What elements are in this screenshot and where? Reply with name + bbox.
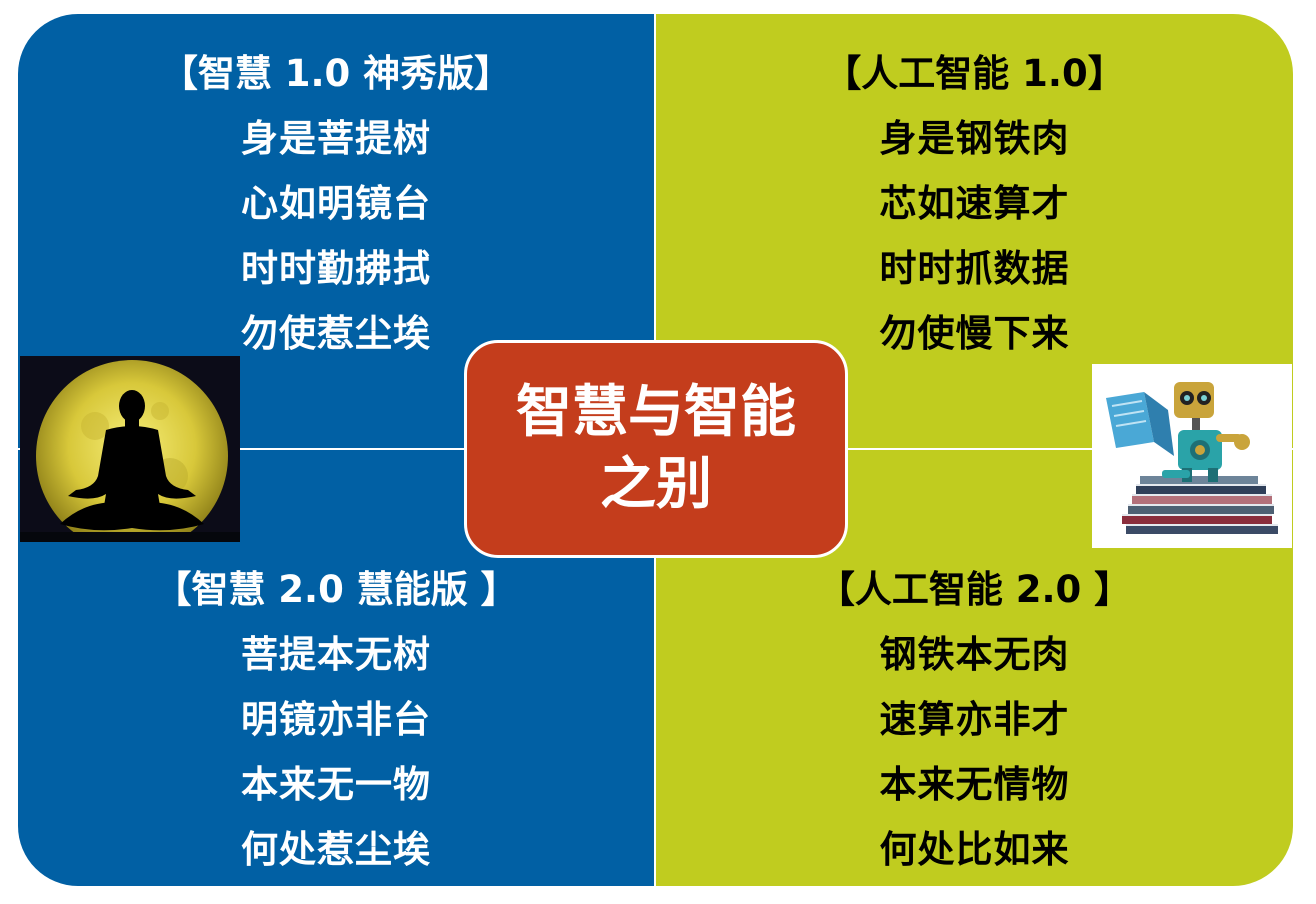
poem-line: 时时勤拂拭 — [241, 247, 431, 290]
poem-title: 【人工智能 2.0 】 — [817, 568, 1132, 611]
poem-title: 【智慧 2.0 慧能版 】 — [154, 568, 518, 611]
poem-wisdom-1: 【智慧 1.0 神秀版】 身是菩提树 心如明镜台 时时勤拂拭 勿使惹尘埃 — [18, 42, 654, 366]
meditation-silhouette-image — [20, 356, 240, 542]
poem-line: 速算亦非才 — [879, 698, 1070, 741]
poem-line: 本来无一物 — [241, 763, 431, 806]
robot-icon — [1092, 364, 1292, 548]
center-title-box: 智慧与智能 之别 — [464, 340, 848, 558]
poem-line: 身是钢铁肉 — [879, 117, 1070, 160]
poem-line: 心如明镜台 — [241, 182, 431, 225]
poem-line: 菩提本无树 — [241, 633, 431, 676]
poem-line: 芯如速算才 — [879, 182, 1070, 225]
poem-line: 时时抓数据 — [879, 247, 1070, 290]
meditation-icon — [20, 356, 240, 542]
poem-line: 身是菩提树 — [241, 117, 431, 160]
poem-title: 【智慧 1.0 神秀版】 — [160, 52, 512, 95]
robot-reading-image — [1092, 364, 1292, 548]
center-title-line-2: 之别 — [600, 452, 712, 517]
poem-line: 何处惹尘埃 — [241, 828, 431, 871]
poem-line: 何处比如来 — [879, 828, 1070, 871]
poem-ai-2: 【人工智能 2.0 】 钢铁本无肉 速算亦非才 本来无情物 何处比如来 — [656, 558, 1293, 882]
poem-line: 本来无情物 — [879, 763, 1070, 806]
poem-ai-1: 【人工智能 1.0】 身是钢铁肉 芯如速算才 时时抓数据 勿使慢下来 — [656, 42, 1293, 366]
center-title-line-1: 智慧与智能 — [516, 380, 796, 445]
poem-line: 钢铁本无肉 — [879, 633, 1070, 676]
poem-line: 明镜亦非台 — [241, 698, 431, 741]
poem-wisdom-2: 【智慧 2.0 慧能版 】 菩提本无树 明镜亦非台 本来无一物 何处惹尘埃 — [18, 558, 654, 882]
poem-title: 【人工智能 1.0】 — [824, 52, 1125, 95]
